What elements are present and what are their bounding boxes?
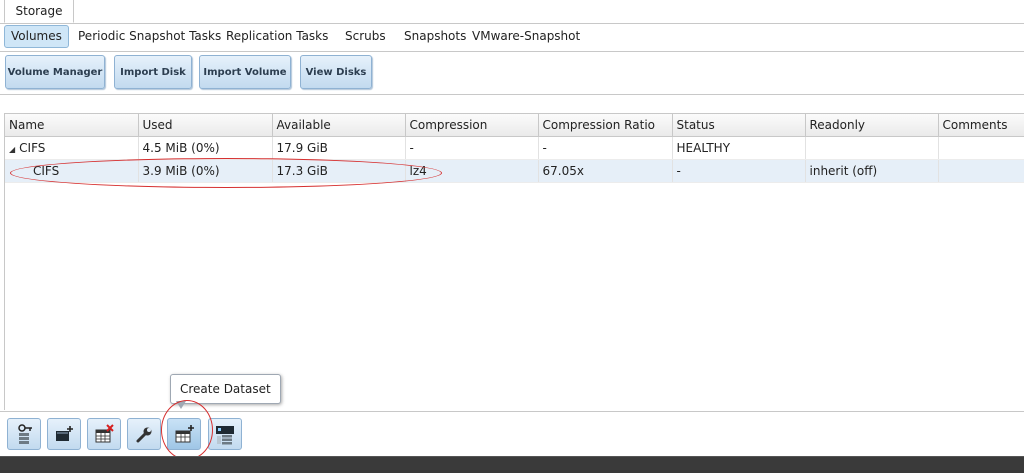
create-dataset-button[interactable] (167, 418, 201, 450)
cell-compression-ratio: - (538, 136, 673, 160)
cell-compression: lz4 (405, 159, 539, 183)
volume-status-button[interactable] (208, 418, 242, 450)
create-zvol-button[interactable] (47, 418, 81, 450)
volumes-grid: Name Used Available Compression Compress… (4, 113, 1024, 410)
cell-readonly (805, 136, 939, 160)
create-dataset-tooltip: Create Dataset (170, 374, 281, 404)
column-header-comments[interactable]: Comments (938, 114, 1024, 137)
tooltip-pointer (176, 401, 186, 409)
cell-status: HEALTHY (672, 136, 806, 160)
import-volume-button[interactable]: Import Volume (199, 55, 291, 89)
column-header-used[interactable]: Used (138, 114, 273, 137)
change-permissions-button[interactable] (7, 418, 41, 450)
cell-available: 17.3 GiB (272, 159, 406, 183)
wrench-icon (136, 427, 152, 443)
permissions-key-icon (18, 424, 32, 444)
tab-replication-tasks[interactable]: Replication Tasks (226, 26, 328, 47)
grid-delete-icon (95, 424, 114, 443)
cell-comments (938, 159, 1024, 183)
action-button-bar: Volume Manager Import Disk Import Volume… (0, 52, 1024, 95)
subtab-bar: Volumes Periodic Snapshot Tasks Replicat… (0, 24, 1024, 52)
volume-manager-button[interactable]: Volume Manager (5, 55, 105, 89)
column-header-compression-ratio[interactable]: Compression Ratio (538, 114, 673, 137)
collapse-triangle-icon[interactable]: ◢ (9, 145, 15, 154)
view-disks-button[interactable]: View Disks (300, 55, 372, 89)
tab-scrubs[interactable]: Scrubs (345, 26, 386, 47)
volume-name: CIFS (19, 141, 46, 155)
column-header-readonly[interactable]: Readonly (805, 114, 939, 137)
column-header-compression[interactable]: Compression (405, 114, 539, 137)
edit-options-button[interactable] (127, 418, 161, 450)
cell-available: 17.9 GiB (272, 136, 406, 160)
cell-compression-ratio: 67.05x (538, 159, 673, 183)
tab-periodic-snapshot-tasks[interactable]: Periodic Snapshot Tasks (78, 26, 221, 47)
tab-volumes[interactable]: Volumes (4, 25, 69, 48)
cell-compression: - (405, 136, 539, 160)
cell-comments (938, 136, 1024, 160)
column-header-name[interactable]: Name (5, 114, 139, 137)
cell-readonly: inherit (off) (805, 159, 939, 183)
volume-status-icon (216, 426, 234, 445)
column-header-available[interactable]: Available (272, 114, 406, 137)
tab-storage[interactable]: Storage (4, 0, 74, 23)
detach-volume-button[interactable] (87, 418, 121, 450)
footer-bar (0, 456, 1024, 473)
cell-used: 3.9 MiB (0%) (138, 159, 273, 183)
cell-used: 4.5 MiB (0%) (138, 136, 273, 160)
table-row-selected[interactable]: CIFS 3.9 MiB (0%) 17.3 GiB lz4 67.05x - … (5, 159, 1024, 183)
bottom-icon-toolbar (0, 411, 1024, 456)
import-disk-button[interactable]: Import Disk (114, 55, 192, 89)
grid-header-row: Name Used Available Compression Compress… (5, 114, 1024, 137)
column-header-status[interactable]: Status (672, 114, 806, 137)
cell-status: - (672, 159, 806, 183)
tab-snapshots[interactable]: Snapshots (404, 26, 466, 47)
tab-vmware-snapshot[interactable]: VMware-Snapshot (472, 26, 580, 47)
zvol-add-icon (56, 426, 73, 441)
dataset-name: CIFS (5, 159, 139, 183)
table-row[interactable]: ◢ CIFS 4.5 MiB (0%) 17.9 GiB - - HEALTHY (5, 136, 1024, 160)
outer-tabbar: Storage (0, 0, 1024, 24)
dataset-add-icon (175, 425, 194, 443)
